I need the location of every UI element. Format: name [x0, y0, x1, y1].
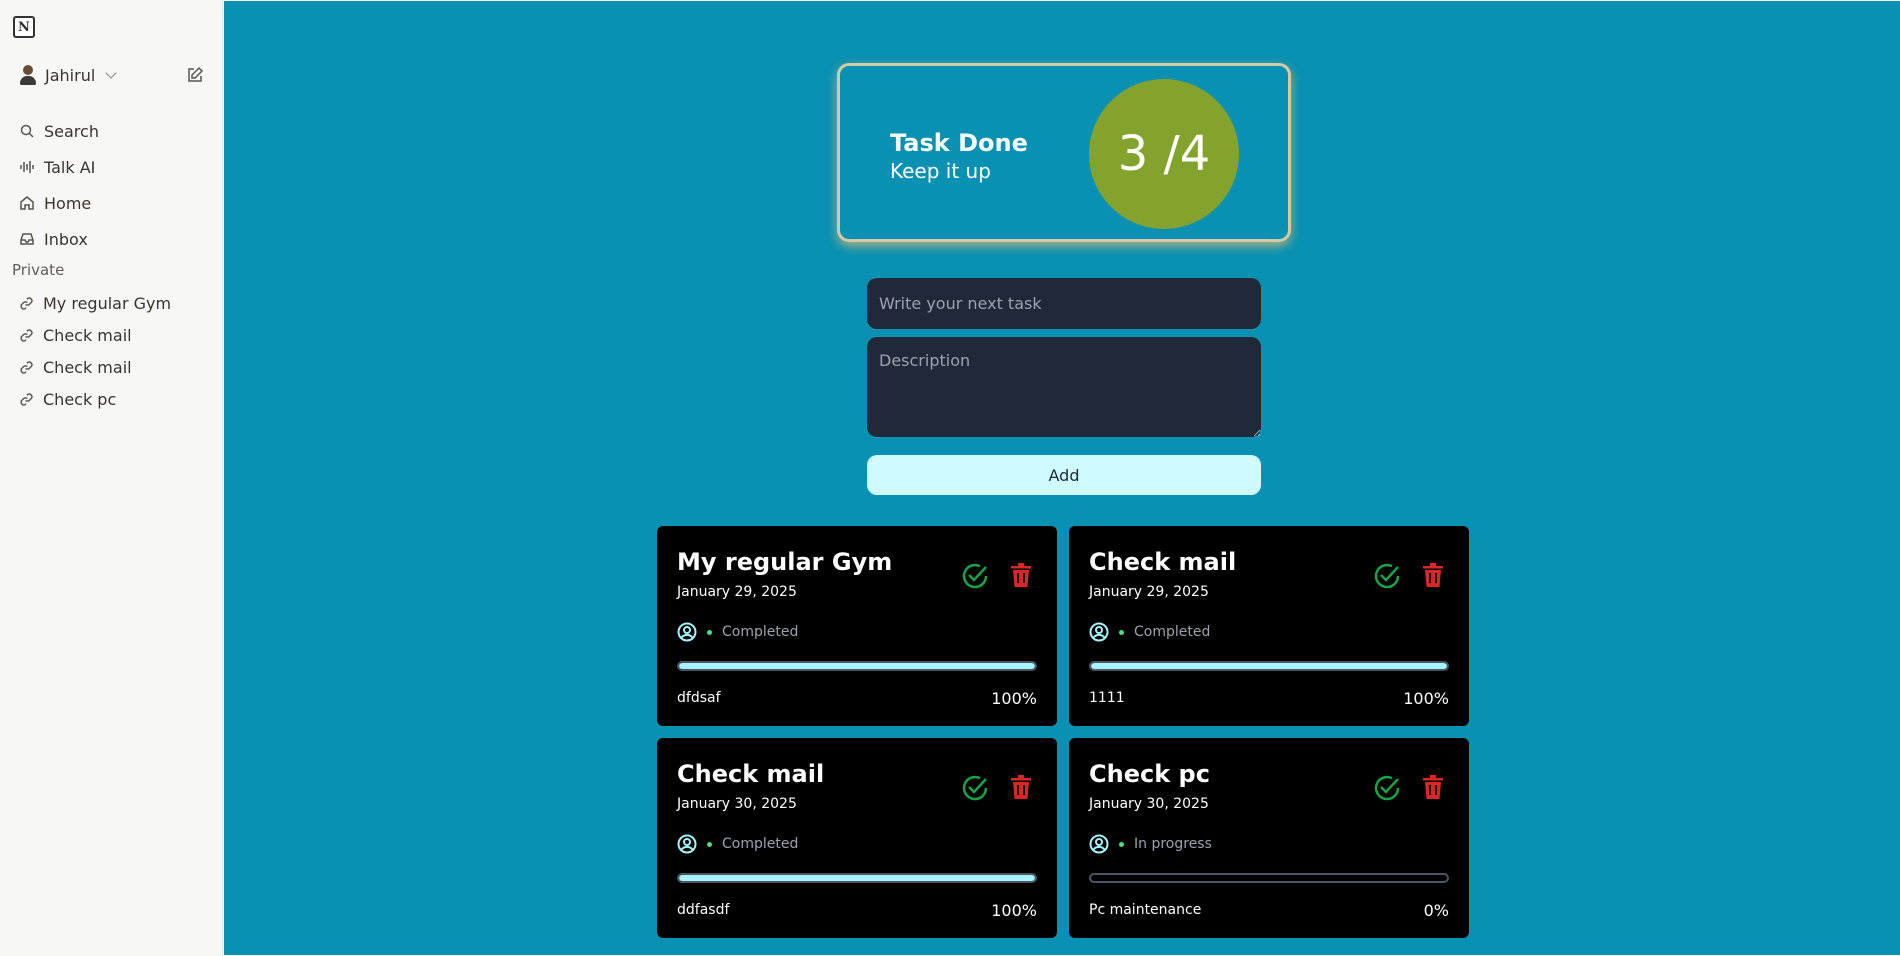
task-description: dfdsaf: [677, 690, 721, 706]
sidebar-item-label: Check mail: [43, 357, 132, 377]
task-description: Pc maintenance: [1089, 902, 1202, 918]
task-date: January 30, 2025: [677, 796, 797, 812]
trash-icon[interactable]: [1011, 563, 1031, 587]
sidebar: N Jahirul Search Talk AI Home Inbox Priv…: [0, 0, 223, 956]
sidebar-item-label: Home: [44, 193, 92, 213]
task-title: Check mail: [677, 760, 825, 788]
status-text: Completed: [1134, 624, 1211, 640]
summary-card: Task Done Keep it up 3 /4: [837, 63, 1291, 242]
trash-icon[interactable]: [1423, 563, 1443, 587]
user-circle-icon: [677, 622, 697, 642]
link-icon: [20, 328, 33, 342]
status-dot: [1119, 841, 1124, 847]
sidebar-item-label: My regular Gym: [43, 293, 172, 313]
task-title-input[interactable]: [867, 278, 1261, 329]
task-title: My regular Gym: [677, 548, 893, 576]
progress-fill: [679, 663, 1035, 669]
status-row: Completed: [677, 834, 798, 854]
user-circle-icon: [1089, 834, 1109, 854]
link-icon: [20, 296, 33, 310]
waveform-icon: [20, 161, 34, 173]
progress-fill: [1091, 663, 1447, 669]
task-progress-label: 0%: [1423, 901, 1449, 920]
task-date: January 29, 2025: [1089, 584, 1209, 600]
link-icon: [20, 392, 33, 406]
sidebar-item-talk-ai[interactable]: Talk AI: [19, 153, 95, 181]
sidebar-item-home[interactable]: Home: [19, 189, 91, 217]
sidebar-item-search[interactable]: Search: [19, 117, 99, 145]
sidebar-page-item[interactable]: Check mail: [19, 321, 132, 349]
progress-fill: [679, 875, 1035, 881]
add-button[interactable]: Add: [867, 455, 1261, 495]
progress-bar: [1089, 661, 1449, 671]
sidebar-item-label: Inbox: [44, 229, 88, 249]
task-progress-label: 100%: [991, 901, 1037, 920]
sidebar-page-item[interactable]: My regular Gym: [19, 289, 171, 317]
trash-icon[interactable]: [1423, 775, 1443, 799]
trash-icon[interactable]: [1011, 775, 1031, 799]
check-circle-icon[interactable]: [1372, 773, 1402, 803]
sidebar-page-item[interactable]: Check mail: [19, 353, 132, 381]
sidebar-item-label: Search: [44, 121, 99, 141]
check-circle-icon[interactable]: [1372, 561, 1402, 591]
summary-subtitle: Keep it up: [890, 159, 991, 183]
task-description: 1111: [1089, 690, 1125, 706]
task-card: Check pc January 30, 2025 In progress Pc…: [1069, 738, 1469, 938]
link-icon: [20, 360, 33, 374]
status-text: Completed: [722, 836, 799, 852]
progress-bar: [1089, 873, 1449, 883]
task-date: January 30, 2025: [1089, 796, 1209, 812]
task-card: Check mail January 30, 2025 Completed dd…: [657, 738, 1057, 938]
description-input[interactable]: [867, 337, 1261, 437]
avatar: [19, 65, 37, 85]
workspace-name: Jahirul: [45, 65, 96, 85]
status-row: Completed: [677, 622, 798, 642]
task-card: Check mail January 29, 2025 Completed 11…: [1069, 526, 1469, 726]
user-circle-icon: [677, 834, 697, 854]
sidebar-item-label: Check pc: [43, 389, 117, 409]
task-progress-label: 100%: [1403, 689, 1449, 708]
task-description: ddfasdf: [677, 902, 730, 918]
status-row: In progress: [1089, 834, 1212, 854]
check-circle-icon[interactable]: [960, 773, 990, 803]
sidebar-page-item[interactable]: Check pc: [19, 385, 116, 413]
main-content: Task Done Keep it up 3 /4 Add My regular…: [224, 1, 1900, 955]
section-label-private: Private: [12, 261, 65, 279]
user-circle-icon: [1089, 622, 1109, 642]
task-date: January 29, 2025: [677, 584, 797, 600]
check-circle-icon[interactable]: [960, 561, 990, 591]
status-text: Completed: [722, 624, 799, 640]
summary-title: Task Done: [890, 129, 1028, 157]
task-card: My regular Gym January 29, 2025 Complete…: [657, 526, 1057, 726]
status-dot: [707, 841, 712, 847]
compose-icon[interactable]: [186, 66, 204, 84]
workspace-switcher[interactable]: Jahirul: [19, 62, 117, 88]
progress-bar: [677, 873, 1037, 883]
sidebar-item-label: Check mail: [43, 325, 132, 345]
status-dot: [707, 629, 712, 635]
status-row: Completed: [1089, 622, 1210, 642]
task-progress-label: 100%: [991, 689, 1037, 708]
progress-bar: [677, 661, 1037, 671]
sidebar-item-inbox[interactable]: Inbox: [19, 225, 88, 253]
notion-logo[interactable]: N: [13, 16, 35, 38]
home-icon: [20, 196, 34, 210]
search-icon: [20, 124, 34, 138]
sidebar-item-label: Talk AI: [44, 157, 96, 177]
status-text: In progress: [1134, 836, 1212, 852]
inbox-icon: [20, 233, 34, 245]
task-counter: 3 /4: [1089, 79, 1239, 229]
task-title: Check pc: [1089, 760, 1210, 788]
chevron-down-icon: [105, 67, 117, 79]
status-dot: [1119, 629, 1124, 635]
task-title: Check mail: [1089, 548, 1237, 576]
